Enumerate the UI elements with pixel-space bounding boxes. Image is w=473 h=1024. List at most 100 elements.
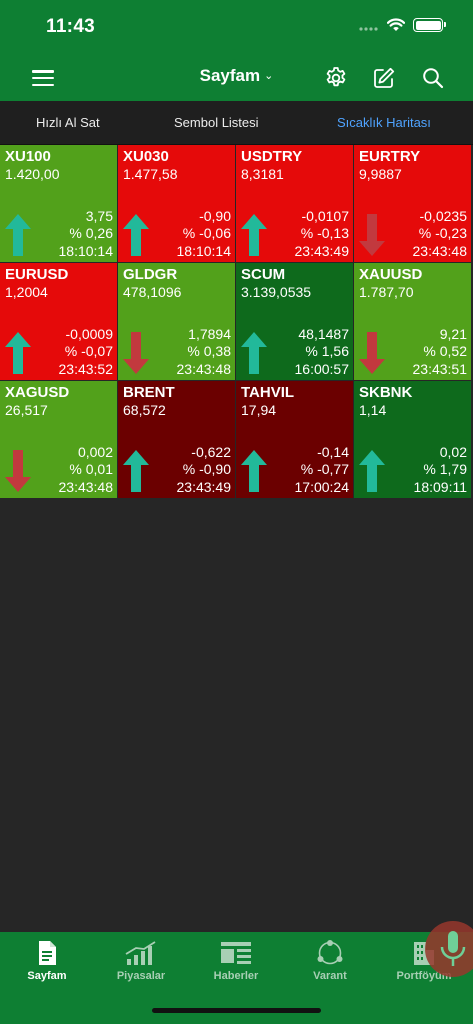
voice-button[interactable] xyxy=(425,921,473,977)
heatmap-tile-tahvil[interactable]: TAHVIL 17,94 -0,14% -0,77 17:00:24 xyxy=(236,381,353,498)
nav-haberler[interactable]: Haberler xyxy=(189,940,283,982)
arrow-up-icon xyxy=(123,214,149,256)
chevron-down-icon: ⌄ xyxy=(264,70,274,82)
tile-change: 9,21 xyxy=(439,326,467,342)
heatmap-tile-xu100[interactable]: XU100 1.420,00 3,75% 0,26 18:10:14 xyxy=(0,145,117,262)
tab-sembol-listesi[interactable]: Sembol Listesi xyxy=(174,115,259,130)
heatmap-tile-eurusd[interactable]: EURUSD 1,2004 -0,0009% -0,07 23:43:52 xyxy=(0,263,117,380)
heatmap-tile-brent[interactable]: BRENT 68,572 -0,622% -0,90 23:43:49 xyxy=(118,381,235,498)
tile-time: 23:43:48 xyxy=(58,479,114,495)
battery-icon xyxy=(413,18,446,32)
heatmap-tile-xagusd[interactable]: XAGUSD 26,517 0,002% 0,01 23:43:48 xyxy=(0,381,117,498)
tile-price: 1.787,70 xyxy=(359,284,414,300)
nav-varant[interactable]: Varant xyxy=(283,940,377,982)
edit-icon[interactable] xyxy=(372,66,396,90)
tile-change: 3,75 xyxy=(85,208,113,224)
tile-change: -0,0009 xyxy=(65,326,113,342)
tile-price: 17,94 xyxy=(241,402,277,418)
tile-time: 23:43:48 xyxy=(412,243,468,259)
arrow-down-icon xyxy=(359,214,385,256)
tile-symbol: SCUM xyxy=(241,266,286,283)
nav-sayfam[interactable]: Sayfam xyxy=(0,940,94,982)
microphone-icon xyxy=(440,931,466,966)
tile-time: 23:43:49 xyxy=(294,243,350,259)
page-title-text: Sayfam xyxy=(199,66,261,85)
news-icon xyxy=(221,942,251,964)
signal-icon xyxy=(359,27,378,31)
tile-symbol: XU030 xyxy=(123,148,169,165)
heatmap-tile-xu030[interactable]: XU030 1.477,58 -0,90% -0,06 18:10:14 xyxy=(118,145,235,262)
tile-change: -0,0235 xyxy=(419,208,467,224)
heatmap-tile-xauusd[interactable]: XAUUSD 1.787,70 9,21% 0,52 23:43:51 xyxy=(354,263,471,380)
tile-time: 18:10:14 xyxy=(58,243,114,259)
tile-symbol: BRENT xyxy=(123,384,175,401)
arrow-up-icon xyxy=(241,332,267,374)
share-nodes-icon xyxy=(317,940,343,965)
tile-price: 9,9887 xyxy=(359,166,402,182)
tile-symbol: USDTRY xyxy=(241,148,303,165)
arrow-up-icon xyxy=(241,450,267,492)
tile-time: 23:43:49 xyxy=(176,479,232,495)
gear-icon[interactable] xyxy=(324,66,348,90)
tile-change: -0,90 xyxy=(199,208,231,224)
tile-change: -0,622 xyxy=(191,444,231,460)
tile-symbol: GLDGR xyxy=(123,266,178,283)
tile-price: 1,14 xyxy=(359,402,387,418)
page-title[interactable]: Sayfam ⌄ xyxy=(0,66,473,86)
tile-percent: % 0,26 xyxy=(69,225,113,241)
tile-percent: % 1,56 xyxy=(305,343,349,359)
tile-percent: % -0,13 xyxy=(300,225,349,241)
heatmap-tile-usdtry[interactable]: USDTRY 8,3181 -0,0107% -0,13 23:43:49 xyxy=(236,145,353,262)
arrow-up-icon xyxy=(359,450,385,492)
nav-label: Haberler xyxy=(213,970,259,982)
arrow-down-icon xyxy=(5,450,31,492)
tile-symbol: XU100 xyxy=(5,148,51,165)
tile-symbol: XAUUSD xyxy=(359,266,423,283)
tile-percent: % -0,90 xyxy=(182,461,231,477)
tile-time: 23:43:52 xyxy=(58,361,114,377)
arrow-up-icon xyxy=(5,214,31,256)
search-icon[interactable] xyxy=(421,66,445,90)
tile-percent: % -0,77 xyxy=(300,461,349,477)
tile-price: 478,1096 xyxy=(123,284,182,300)
bar-chart-icon xyxy=(125,941,156,965)
nav-piyasalar[interactable]: Piyasalar xyxy=(94,940,188,982)
tile-change: -0,14 xyxy=(317,444,349,460)
tile-price: 1.477,58 xyxy=(123,166,178,182)
nav-label: Varant xyxy=(313,970,347,982)
tile-symbol: EURTRY xyxy=(359,148,421,165)
tile-time: 16:00:57 xyxy=(294,361,350,377)
heatmap-tile-gldgr[interactable]: GLDGR 478,1096 1,7894% 0,38 23:43:48 xyxy=(118,263,235,380)
heatmap-tile-skbnk[interactable]: SKBNK 1,14 0,02% 1,79 18:09:11 xyxy=(354,381,471,498)
arrow-down-icon xyxy=(123,332,149,374)
tab-hizli-al-sat[interactable]: Hızlı Al Sat xyxy=(36,115,100,130)
tile-change: -0,0107 xyxy=(301,208,349,224)
tile-change: 0,02 xyxy=(439,444,467,460)
document-icon xyxy=(39,941,56,965)
heatmap-tile-scum[interactable]: SCUM 3.139,0535 48,1487% 1,56 16:00:57 xyxy=(236,263,353,380)
tile-time: 23:43:48 xyxy=(176,361,232,377)
status-time: 11:43 xyxy=(46,16,96,37)
tile-change: 1,7894 xyxy=(188,326,231,342)
heatmap-tile-eurtry[interactable]: EURTRY 9,9887 -0,0235% -0,23 23:43:48 xyxy=(354,145,471,262)
tile-time: 17:00:24 xyxy=(294,479,350,495)
tile-price: 8,3181 xyxy=(241,166,284,182)
tile-price: 1,2004 xyxy=(5,284,48,300)
tile-percent: % 0,01 xyxy=(69,461,113,477)
arrow-up-icon xyxy=(241,214,267,256)
arrow-up-icon xyxy=(5,332,31,374)
tile-percent: % -0,06 xyxy=(182,225,231,241)
tile-price: 68,572 xyxy=(123,402,166,418)
tile-percent: % -0,07 xyxy=(64,343,113,359)
tile-symbol: EURUSD xyxy=(5,266,69,283)
tile-percent: % 1,79 xyxy=(423,461,467,477)
tile-price: 26,517 xyxy=(5,402,48,418)
tab-bar: Hızlı Al Sat Sembol Listesi Sıcaklık Har… xyxy=(0,101,473,145)
tile-symbol: XAGUSD xyxy=(5,384,70,401)
home-indicator xyxy=(152,1008,321,1013)
tile-price: 3.139,0535 xyxy=(241,284,312,300)
tab-sicaklik-haritasi[interactable]: Sıcaklık Haritası xyxy=(337,115,431,130)
tile-time: 18:10:14 xyxy=(176,243,232,259)
wifi-icon xyxy=(387,18,405,31)
tile-change: 48,1487 xyxy=(298,326,349,342)
